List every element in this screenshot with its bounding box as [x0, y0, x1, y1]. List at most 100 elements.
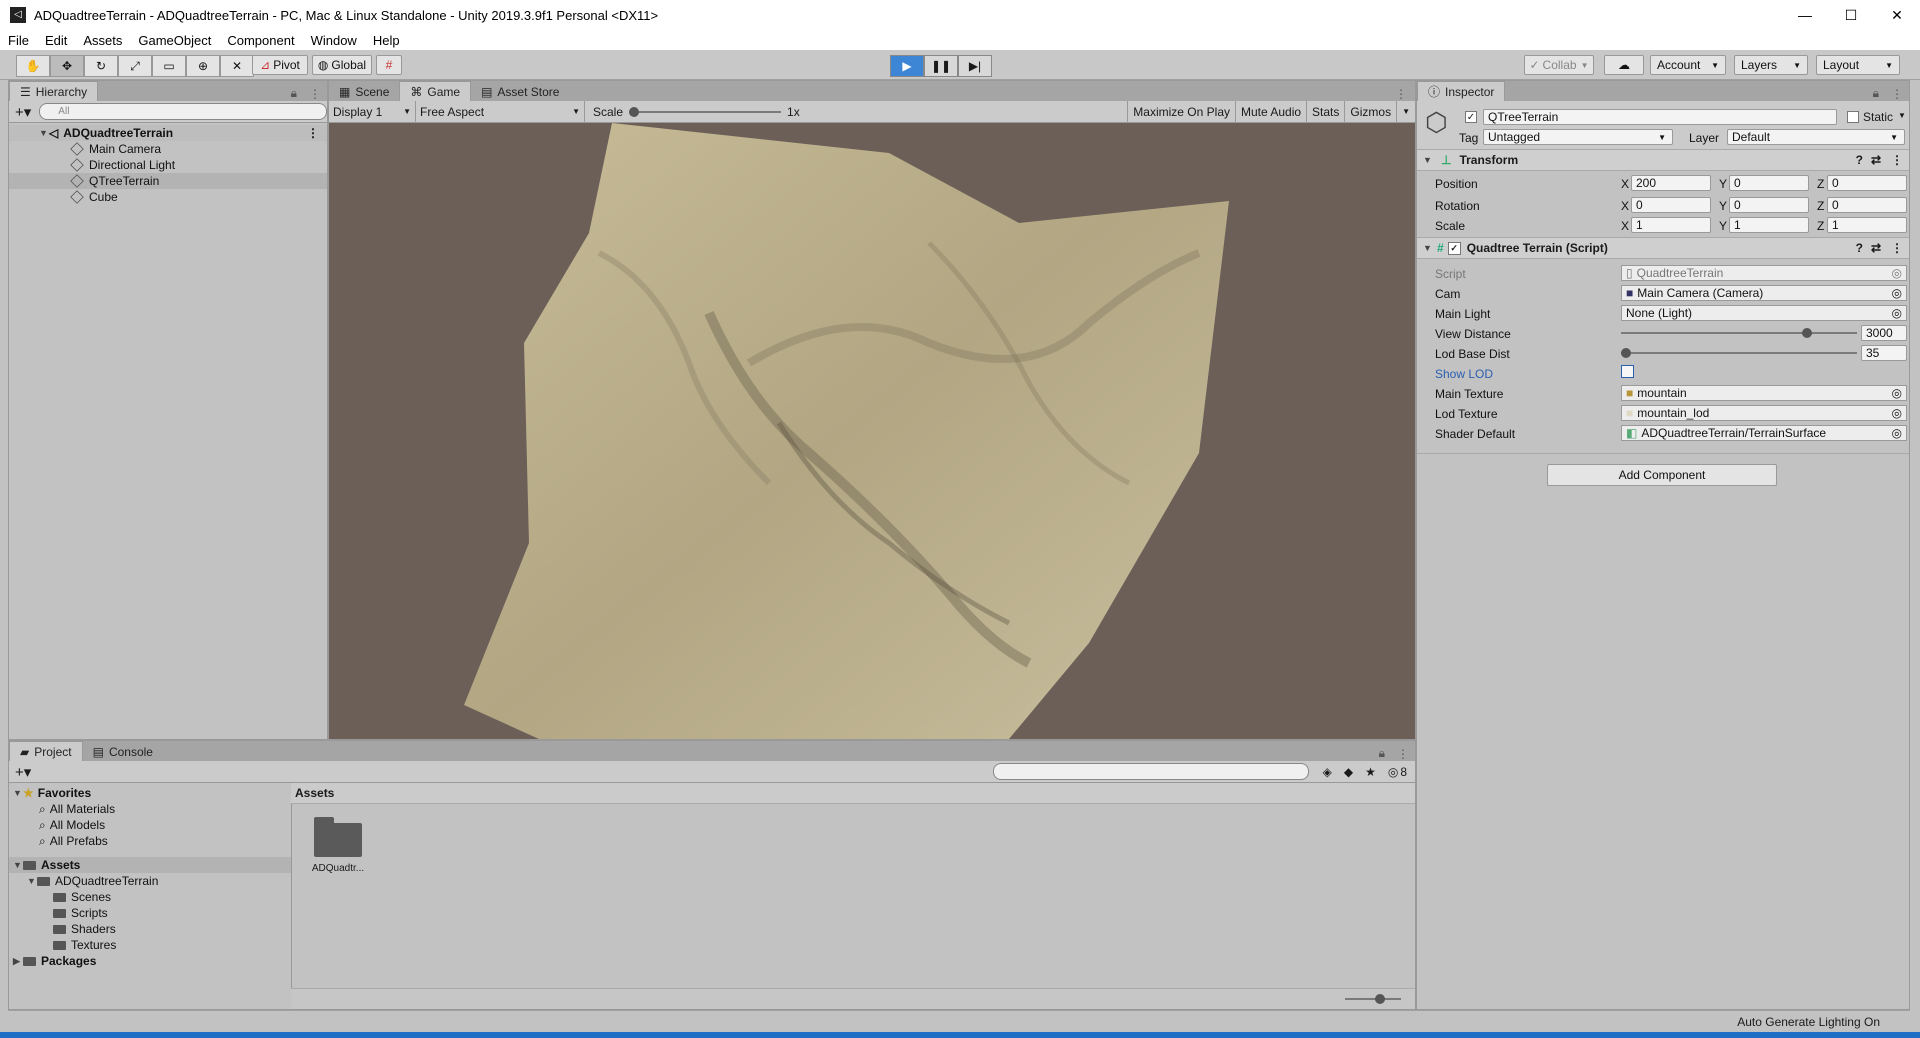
- more-icon[interactable]: ⋮: [1391, 747, 1415, 761]
- icon-size-slider-knob[interactable]: [1375, 994, 1385, 1004]
- gizmos-toggle[interactable]: Gizmos: [1344, 101, 1396, 122]
- rotate-tool-icon[interactable]: ↻: [84, 55, 118, 77]
- favorite-star-icon[interactable]: ★: [1359, 765, 1382, 779]
- scale-slider-knob[interactable]: [629, 106, 640, 117]
- lod-base-dist-slider[interactable]: [1621, 345, 1857, 361]
- expand-arrow-icon[interactable]: ▼: [1423, 155, 1433, 165]
- play-button[interactable]: ▶: [890, 55, 924, 77]
- custom-tool-icon[interactable]: ✕: [220, 55, 254, 77]
- layer-dropdown[interactable]: Default ▼: [1727, 129, 1905, 145]
- position-y-field[interactable]: 0: [1729, 175, 1809, 191]
- object-name-input[interactable]: QTreeTerrain: [1483, 109, 1837, 125]
- mute-audio-toggle[interactable]: Mute Audio: [1235, 101, 1306, 122]
- packages-row[interactable]: ▶ Packages: [9, 953, 291, 969]
- stats-toggle[interactable]: Stats: [1306, 101, 1344, 122]
- layers-dropdown[interactable]: Layers ▼: [1734, 55, 1808, 75]
- view-distance-field[interactable]: 3000: [1861, 325, 1907, 341]
- asset-grid-item[interactable]: ADQuadtr...: [303, 817, 373, 874]
- breadcrumb-assets[interactable]: Assets: [295, 786, 334, 800]
- folder-row[interactable]: Scripts: [9, 905, 291, 921]
- object-picker-icon[interactable]: ◎: [1892, 406, 1906, 420]
- menu-edit[interactable]: Edit: [37, 33, 75, 48]
- menu-help[interactable]: Help: [365, 33, 408, 48]
- collab-dropdown[interactable]: ✓ Collab ▼: [1524, 55, 1594, 75]
- expand-arrow-icon[interactable]: ▼: [13, 860, 23, 870]
- component-enabled-checkbox[interactable]: ✓: [1447, 241, 1461, 255]
- aspect-dropdown[interactable]: Free Aspect ▼: [416, 101, 585, 122]
- menu-file[interactable]: File: [0, 33, 37, 48]
- hierarchy-item-selected[interactable]: QTreeTerrain: [9, 173, 327, 189]
- lock-icon[interactable]: 🔒︎: [1867, 86, 1885, 101]
- tag-dropdown[interactable]: Untagged ▼: [1483, 129, 1673, 145]
- menu-window[interactable]: Window: [303, 33, 365, 48]
- lock-icon[interactable]: 🔒︎: [285, 86, 303, 101]
- expand-arrow-icon[interactable]: ▼: [27, 876, 37, 886]
- favorite-item[interactable]: ⌕ All Materials: [9, 801, 291, 817]
- assets-row[interactable]: ▼ Assets: [9, 857, 291, 873]
- more-icon[interactable]: ⋮: [1885, 87, 1909, 101]
- static-checkbox[interactable]: [1847, 111, 1859, 123]
- rotation-y-field[interactable]: 0: [1729, 197, 1809, 213]
- view-distance-slider[interactable]: [1621, 325, 1857, 341]
- step-button[interactable]: ▶|: [958, 55, 992, 77]
- object-picker-icon[interactable]: ◎: [1892, 286, 1906, 300]
- scale-tool-icon[interactable]: ⤢: [118, 55, 152, 77]
- account-dropdown[interactable]: Account ▼: [1650, 55, 1726, 75]
- project-search-input[interactable]: [992, 763, 1309, 780]
- expand-arrow-icon[interactable]: ▶: [13, 956, 23, 967]
- close-button[interactable]: ✕: [1874, 0, 1920, 30]
- main-texture-field[interactable]: ■ mountain ◎: [1621, 385, 1907, 401]
- favorite-item[interactable]: ⌕ All Models: [9, 817, 291, 833]
- transform-tool-icon[interactable]: ⊕: [186, 55, 220, 77]
- active-checkbox[interactable]: ✓: [1465, 111, 1477, 123]
- tab-project[interactable]: ▰ Project: [9, 741, 83, 761]
- hand-tool-icon[interactable]: ✋: [16, 55, 50, 77]
- tab-scene[interactable]: ▦ Scene: [329, 82, 399, 101]
- folder-row[interactable]: Shaders: [9, 921, 291, 937]
- filter-by-type-icon[interactable]: ◈: [1317, 765, 1338, 779]
- filter-by-label-icon[interactable]: ◆: [1338, 765, 1359, 779]
- layout-dropdown[interactable]: Layout ▼: [1816, 55, 1900, 75]
- chevron-down-icon[interactable]: ▼: [1396, 101, 1415, 122]
- tab-inspector[interactable]: ⓘ Inspector: [1417, 81, 1506, 101]
- maximize-button[interactable]: ☐: [1828, 0, 1874, 30]
- lod-base-dist-field[interactable]: 35: [1861, 345, 1907, 361]
- object-picker-icon[interactable]: ◎: [1892, 306, 1906, 320]
- folder-row[interactable]: Textures: [9, 937, 291, 953]
- lock-icon[interactable]: 🔒︎: [1373, 746, 1391, 761]
- tab-console[interactable]: ▤ Console: [83, 742, 163, 761]
- preset-icon[interactable]: ⇄: [1867, 153, 1885, 167]
- scale-y-field[interactable]: 1: [1729, 217, 1809, 233]
- scale-z-field[interactable]: 1: [1827, 217, 1907, 233]
- game-viewport[interactable]: [329, 123, 1415, 739]
- shader-default-field[interactable]: ◧ ADQuadtreeTerrain/TerrainSurface ◎: [1621, 425, 1907, 441]
- hierarchy-item[interactable]: Main Camera: [9, 141, 327, 157]
- rect-tool-icon[interactable]: ▭: [152, 55, 186, 77]
- move-tool-icon[interactable]: ✥: [50, 55, 84, 77]
- cam-field[interactable]: ■ Main Camera (Camera) ◎: [1621, 285, 1907, 301]
- tab-game[interactable]: ⌘ Game: [399, 81, 472, 101]
- menu-gameobject[interactable]: GameObject: [130, 33, 219, 48]
- pivot-toggle[interactable]: ⊿ Pivot: [252, 55, 308, 75]
- rotation-z-field[interactable]: 0: [1827, 197, 1907, 213]
- object-picker-icon[interactable]: ◎: [1892, 386, 1906, 400]
- script-component-header[interactable]: ▼ # ✓ Quadtree Terrain (Script) ? ⇄ ⋮: [1417, 237, 1909, 259]
- add-component-button[interactable]: Add Component: [1547, 464, 1777, 486]
- add-icon[interactable]: +▾: [9, 763, 35, 781]
- folder-row[interactable]: Scenes: [9, 889, 291, 905]
- more-icon[interactable]: ⋮: [1387, 87, 1415, 101]
- transform-header[interactable]: ▼ ⊥ Transform ? ⇄ ⋮: [1417, 149, 1909, 171]
- pause-button[interactable]: ❚❚: [924, 55, 958, 77]
- scale-x-field[interactable]: 1: [1631, 217, 1711, 233]
- menu-component[interactable]: Component: [219, 33, 302, 48]
- position-z-field[interactable]: 0: [1827, 175, 1907, 191]
- favorites-row[interactable]: ▼ ★ Favorites: [9, 785, 291, 801]
- grid-snap-button[interactable]: #: [376, 55, 402, 75]
- expand-arrow-icon[interactable]: ▼: [39, 128, 49, 138]
- more-icon[interactable]: ⋮: [1885, 153, 1909, 167]
- view-distance-slider-knob[interactable]: [1801, 328, 1812, 338]
- scale-slider[interactable]: [629, 106, 782, 118]
- minimize-button[interactable]: —: [1782, 0, 1828, 30]
- hidden-packages-icon[interactable]: ◎: [1382, 765, 1400, 779]
- folder-row[interactable]: ▼ ADQuadtreeTerrain: [9, 873, 291, 889]
